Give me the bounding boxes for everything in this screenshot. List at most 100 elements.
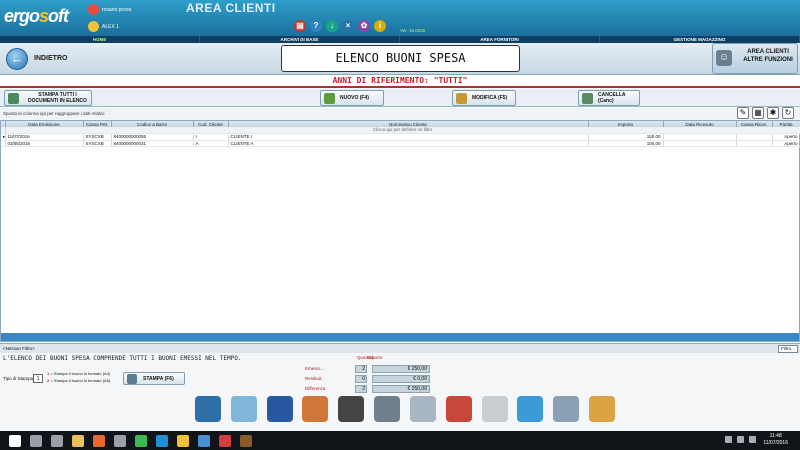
- user-name-label: rosario prova: [102, 6, 132, 13]
- tipo-stampa-input[interactable]: 1: [33, 374, 43, 383]
- user-code: ALEX 1: [88, 21, 119, 32]
- cell-cassa[interactable]: SYSCXB: [83, 133, 112, 141]
- clock-launcher-icon[interactable]: [481, 396, 508, 422]
- clock[interactable]: 11:48 11/07/2016: [763, 433, 788, 447]
- columns-icon[interactable]: ✱: [767, 107, 779, 119]
- tools-launcher-icon[interactable]: [588, 396, 615, 422]
- user-name: rosario prova: [88, 4, 131, 15]
- filtro-button[interactable]: Filtro...: [778, 345, 798, 353]
- cell-barcode[interactable]: 8400000000031: [111, 140, 194, 147]
- export-icon[interactable]: ✎: [737, 107, 749, 119]
- download-icon[interactable]: ↓: [326, 20, 338, 32]
- cell-ricevuto[interactable]: [663, 140, 737, 147]
- total-importo: € 250,00: [372, 365, 430, 373]
- ergosoft-logo: ergosoft: [4, 6, 69, 26]
- table-row[interactable]: 03/05/2016 SYSCXB 8400000000031 A CLIENTE A1…: [1, 140, 800, 147]
- buoni-grid: Data Emissione Cassa Prtt. Codice a Barre C…: [0, 120, 800, 342]
- edit-icon: [456, 92, 467, 104]
- column-header[interactable]: Cod. Cliente: [193, 121, 229, 127]
- stampa-button[interactable]: STAMPA (F6): [123, 372, 185, 385]
- horizontal-scrollbar[interactable]: [1, 333, 799, 341]
- ergosoft-taskbar-icon[interactable]: [177, 434, 189, 447]
- option-1: 1 = Stampa il buono in formato (A4): [47, 371, 111, 376]
- help-icon[interactable]: ?: [310, 20, 322, 32]
- stampa-tutti-button[interactable]: STAMPA TUTTI I DOCUMENTI IN ELENCO: [4, 90, 92, 106]
- printer-launcher-icon[interactable]: [409, 396, 436, 422]
- settings-icon[interactable]: ✿: [358, 20, 370, 32]
- subtitle: ANNI DI RIFERIMENTO: "TUTTI": [0, 75, 800, 88]
- cell-cod[interactable]: A: [193, 140, 229, 147]
- cell-data[interactable]: 11/07/2016: [5, 133, 84, 141]
- refresh-icon[interactable]: ↻: [782, 107, 794, 119]
- card-launcher-icon[interactable]: [230, 396, 257, 422]
- date: 11/07/2016: [763, 440, 788, 446]
- cell-cassa[interactable]: SYSCXB: [83, 140, 112, 147]
- chrome-icon[interactable]: [135, 434, 147, 447]
- firefox-icon[interactable]: [93, 434, 105, 447]
- row-indicator[interactable]: ▸: [1, 133, 6, 141]
- altre-funzioni-button[interactable]: ☺ AREA CLIENTI ALTRE FUNZIONI: [712, 43, 798, 74]
- calendar-launcher-icon[interactable]: [445, 396, 472, 422]
- total-label: Differenza: [305, 386, 326, 391]
- search-taskbar-icon[interactable]: [30, 434, 42, 447]
- volume-icon[interactable]: [737, 436, 744, 443]
- app3-icon[interactable]: [219, 434, 231, 447]
- app2-icon[interactable]: [198, 434, 210, 447]
- excel-icon[interactable]: ▦: [752, 107, 764, 119]
- arrow-left-icon: ←: [10, 51, 24, 66]
- save-launcher-icon[interactable]: [374, 396, 401, 422]
- start-icon[interactable]: [9, 434, 21, 447]
- printer-icon: [127, 373, 137, 384]
- clienti-launcher-icon[interactable]: [195, 396, 221, 422]
- tag-launcher-icon[interactable]: [517, 396, 544, 422]
- group-by-hint[interactable]: Sposta la colonna qui per raggruppare i …: [0, 108, 800, 119]
- cell-cliente[interactable]: CLIENTE I: [228, 133, 589, 141]
- cell-ricevuto[interactable]: [663, 133, 737, 141]
- total-label: Restituit..: [305, 376, 324, 381]
- report-launcher-icon[interactable]: [302, 396, 329, 422]
- column-header[interactable]: Cassa Prtt.: [83, 121, 112, 127]
- task-view-icon[interactable]: [51, 434, 63, 447]
- cell-barcode[interactable]: 8400000000055: [111, 133, 194, 141]
- cell-importo[interactable]: 100,00: [588, 140, 664, 147]
- cell-data[interactable]: 03/05/2016: [5, 140, 84, 147]
- cell-partita[interactable]: Aperto: [772, 140, 800, 147]
- ie-icon[interactable]: [156, 434, 168, 447]
- cell-partita[interactable]: Aperto: [772, 133, 800, 141]
- search-launcher-icon[interactable]: [553, 396, 580, 422]
- users-icon: ☺: [716, 50, 732, 66]
- back-button[interactable]: ←: [6, 48, 28, 70]
- column-header[interactable]: Cassa Ricev.: [736, 121, 773, 127]
- grid-tools: ✎ ▦ ✱ ↻: [737, 107, 794, 119]
- cancella-button[interactable]: CANCELLA (Canc): [578, 90, 640, 106]
- menu-item-archivi-di-base[interactable]: ARCHIVI DI BASE: [200, 36, 400, 43]
- calendar-icon[interactable]: ▤: [294, 20, 306, 32]
- network-icon[interactable]: [725, 436, 732, 443]
- toolbar: STAMPA TUTTI I DOCUMENTI IN ELENCO NUOVO…: [0, 89, 800, 107]
- total-qty: 0: [355, 375, 367, 383]
- store-icon[interactable]: [114, 434, 126, 447]
- menu-item-gestione-magazzino[interactable]: GESTIONE MAGAZZINO: [600, 36, 800, 43]
- area-title: AREA CLIENTI: [186, 1, 276, 15]
- explorer-icon[interactable]: [72, 434, 84, 447]
- home-icon: [88, 4, 99, 15]
- security-launcher-icon[interactable]: [338, 396, 365, 422]
- table-row[interactable]: ▸11/07/2016SYSCXB8400000000055ICLIENTE I…: [1, 133, 800, 141]
- back-label[interactable]: INDIETRO: [34, 55, 67, 62]
- total-qty: 2: [355, 365, 367, 373]
- cell-cliente[interactable]: CLIENTE A: [228, 140, 589, 147]
- cell-importo[interactable]: 150,00: [588, 133, 664, 141]
- nuovo-button[interactable]: NUOVO (F4): [320, 90, 384, 106]
- cell-cassa_ricev[interactable]: [736, 140, 773, 147]
- language-icon[interactable]: [749, 436, 756, 443]
- menu-item-area-fornitori[interactable]: AREA FORNITORI: [400, 36, 600, 43]
- door-launcher-icon[interactable]: [266, 396, 293, 422]
- option-2: 2 = Stampa il buono in formato (A5): [47, 378, 111, 383]
- menu-item-home[interactable]: HOME: [0, 36, 200, 43]
- cell-cassa_ricev[interactable]: [736, 133, 773, 141]
- cell-cod[interactable]: I: [193, 133, 229, 141]
- modifica-button[interactable]: MODIFICA (F5): [452, 90, 516, 106]
- info-icon[interactable]: i: [374, 20, 386, 32]
- app4-icon[interactable]: [240, 434, 252, 447]
- close-circle-icon[interactable]: ×: [342, 20, 354, 32]
